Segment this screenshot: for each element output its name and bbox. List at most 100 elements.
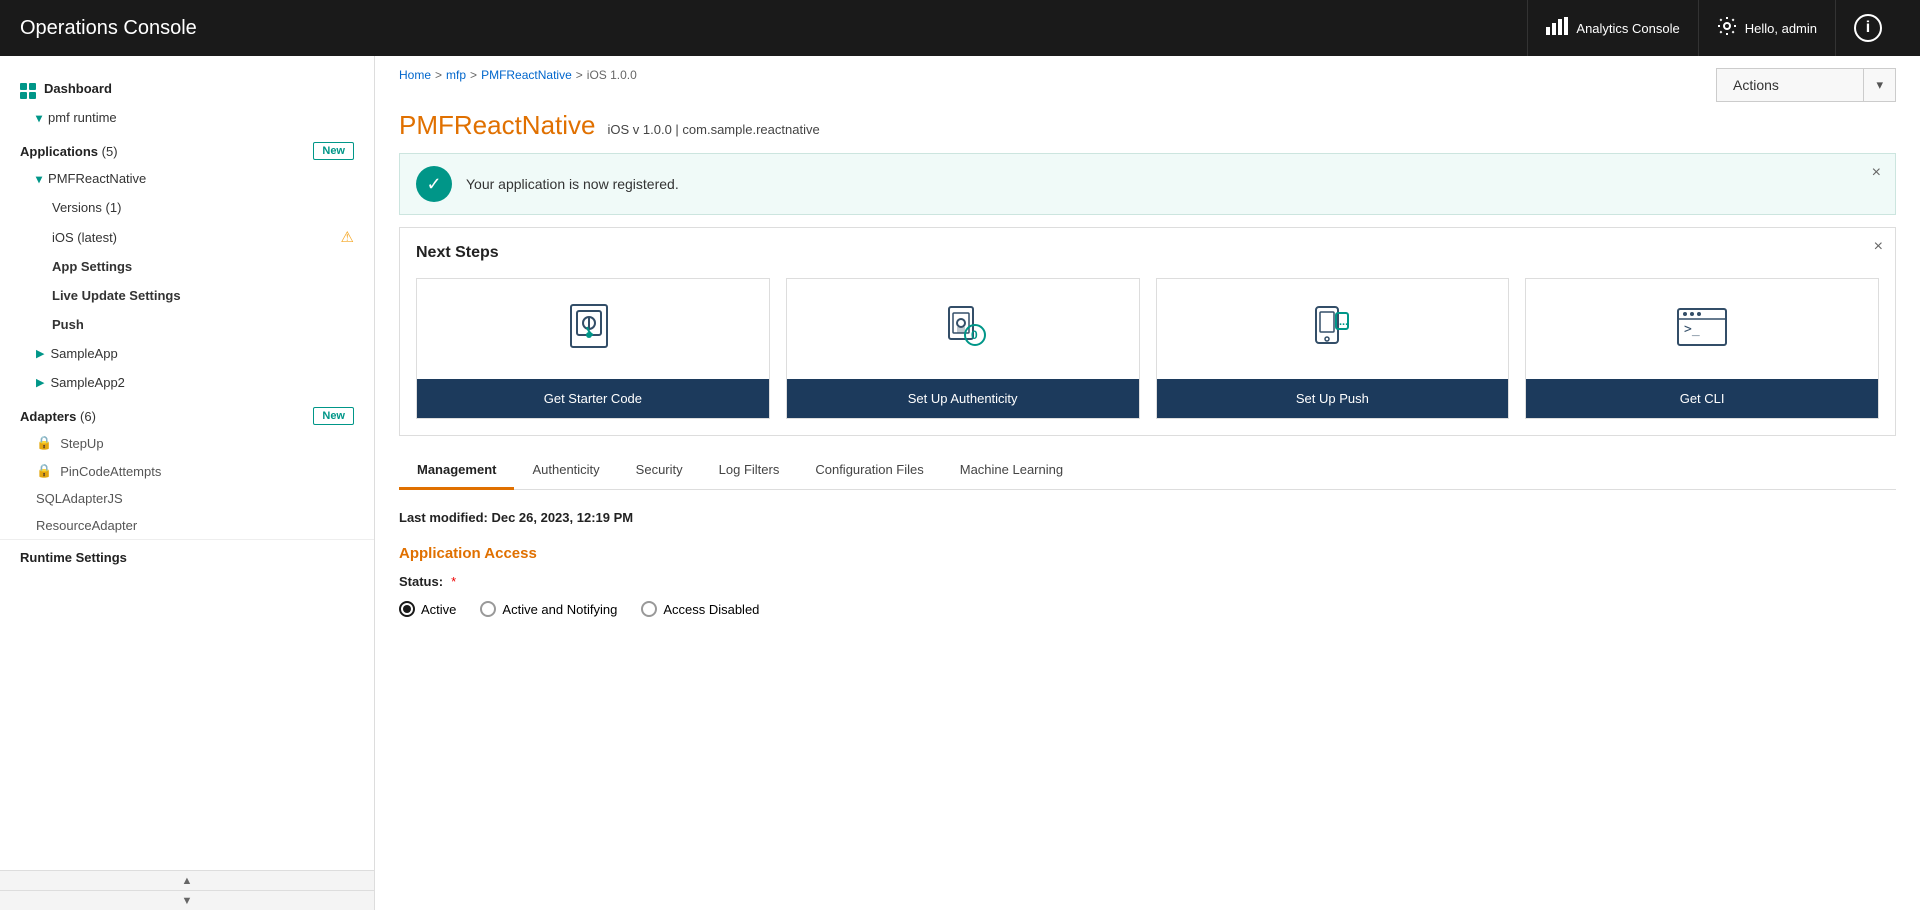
tab-log-filters[interactable]: Log Filters <box>701 452 798 490</box>
adapters-new-badge: New <box>313 407 354 425</box>
get-starter-code-button[interactable]: Get Starter Code <box>417 379 769 418</box>
status-field-row: Status: * <box>399 574 1896 589</box>
dashboard-icon <box>20 78 36 99</box>
success-banner: ✓ Your application is now registered. × <box>399 153 1896 215</box>
applications-new-badge: New <box>313 142 354 160</box>
success-message: Your application is now registered. <box>466 176 679 192</box>
sidebar-push[interactable]: Push <box>0 310 374 339</box>
top-navigation: Operations Console Analytics Console Hel <box>0 0 1920 56</box>
content-header: Home > mfp > PMFReactNative > iOS 1.0.0 … <box>375 56 1920 141</box>
svg-text:0: 0 <box>971 328 978 342</box>
app-main-title: PMFReactNative <box>399 110 596 141</box>
cli-icon-area: >_ <box>1652 279 1752 379</box>
sidebar-resourceadapter[interactable]: ResourceAdapter <box>0 512 374 539</box>
actions-dropdown[interactable]: Actions ▾ <box>1716 68 1896 102</box>
pmfreactnative-label: PMFReactNative <box>48 171 146 186</box>
gear-icon <box>1717 16 1737 41</box>
tab-authenticity[interactable]: Authenticity <box>514 452 617 490</box>
radio-group-status: Active Active and Notifying Access Disab… <box>399 601 1896 617</box>
actions-caret-icon: ▾ <box>1863 69 1895 101</box>
radio-disabled-label: Access Disabled <box>663 602 759 617</box>
push-icon-area: ... <box>1282 279 1382 379</box>
lock-icon-stepup: 🔒 <box>36 435 52 451</box>
next-steps-cards: Get Starter Code 0 Set Up <box>416 278 1879 419</box>
sidebar-sqladapter[interactable]: SQLAdapterJS <box>0 485 374 512</box>
management-content: Last modified: Dec 26, 2023, 12:19 PM Ap… <box>375 490 1920 637</box>
sidebar-adapters-header: Adapters (6) New <box>0 397 374 429</box>
user-settings-button[interactable]: Hello, admin <box>1698 0 1835 56</box>
authenticity-svg: 0 <box>933 299 993 359</box>
tab-configuration-files[interactable]: Configuration Files <box>797 452 941 490</box>
card-set-up-push: ... Set Up Push <box>1156 278 1510 419</box>
tab-machine-learning[interactable]: Machine Learning <box>942 452 1081 490</box>
sidebar-app-settings[interactable]: App Settings <box>0 252 374 281</box>
sidebar-runtime[interactable]: ▾ pmf runtime <box>0 103 374 132</box>
sidebar-sampleapp[interactable]: ▶ SampleApp <box>0 339 374 368</box>
breadcrumb-current: iOS 1.0.0 <box>587 68 637 82</box>
sidebar-scroll-up[interactable]: ▲ <box>0 870 374 890</box>
svg-text:...: ... <box>1339 316 1348 328</box>
sampleapp-label: SampleApp <box>50 346 117 361</box>
breadcrumb-mfp[interactable]: mfp <box>446 68 466 82</box>
dashboard-label: Dashboard <box>44 81 112 96</box>
user-label: Hello, admin <box>1745 21 1817 36</box>
radio-notifying-label: Active and Notifying <box>502 602 617 617</box>
card-get-starter-code: Get Starter Code <box>416 278 770 419</box>
runtime-label: pmf runtime <box>48 110 117 125</box>
push-svg: ... <box>1302 299 1362 359</box>
actions-label: Actions <box>1717 69 1863 101</box>
cli-svg: >_ <box>1672 299 1732 359</box>
sidebar-live-update-settings[interactable]: Live Update Settings <box>0 281 374 310</box>
set-up-push-button[interactable]: Set Up Push <box>1157 379 1509 418</box>
breadcrumb: Home > mfp > PMFReactNative > iOS 1.0.0 <box>399 68 637 82</box>
analytics-console-button[interactable]: Analytics Console <box>1527 0 1697 56</box>
sidebar-runtime-settings[interactable]: Runtime Settings <box>0 539 374 575</box>
radio-notifying-circle[interactable] <box>480 601 496 617</box>
analytics-label: Analytics Console <box>1576 21 1679 36</box>
versions-label: Versions (1) <box>52 200 121 215</box>
authenticity-icon-area: 0 <box>913 279 1013 379</box>
tabs-row: Management Authenticity Security Log Fil… <box>399 452 1896 490</box>
sidebar-sampleapp2[interactable]: ▶ SampleApp2 <box>0 368 374 397</box>
application-access-title: Application Access <box>399 545 1896 562</box>
analytics-icon <box>1546 17 1568 40</box>
main-layout: Dashboard ▾ pmf runtime Applications (5) <box>0 56 1920 910</box>
sidebar-applications-header: Applications (5) New <box>0 132 374 164</box>
sidebar-dashboard[interactable]: Dashboard <box>0 68 374 103</box>
sidebar-scroll-down[interactable]: ▼ <box>0 890 374 910</box>
warning-icon: ⚠ <box>341 228 354 246</box>
sidebar-stepup[interactable]: 🔒 StepUp <box>0 429 374 457</box>
radio-active-label: Active <box>421 602 456 617</box>
radio-active-notifying[interactable]: Active and Notifying <box>480 601 617 617</box>
next-steps-container: Next Steps × Get Sta <box>399 227 1896 436</box>
info-button[interactable]: i <box>1835 0 1900 56</box>
breadcrumb-home[interactable]: Home <box>399 68 431 82</box>
radio-active[interactable]: Active <box>399 601 456 617</box>
sidebar: Dashboard ▾ pmf runtime Applications (5) <box>0 56 375 910</box>
tab-management[interactable]: Management <box>399 452 514 490</box>
sidebar-versions[interactable]: Versions (1) <box>0 193 374 222</box>
starter-code-icon-area <box>543 279 643 379</box>
success-banner-close[interactable]: × <box>1872 164 1881 182</box>
nav-right-group: Analytics Console Hello, admin i <box>1527 0 1900 56</box>
radio-disabled-circle[interactable] <box>641 601 657 617</box>
radio-active-circle[interactable] <box>399 601 415 617</box>
tab-security[interactable]: Security <box>618 452 701 490</box>
set-up-authenticity-button[interactable]: Set Up Authenticity <box>787 379 1139 418</box>
get-cli-button[interactable]: Get CLI <box>1526 379 1878 418</box>
sampleapp2-label: SampleApp2 <box>50 375 124 390</box>
card-set-up-authenticity: 0 Set Up Authenticity <box>786 278 1140 419</box>
sidebar-pincodeAttempts[interactable]: 🔒 PinCodeAttempts <box>0 457 374 485</box>
breadcrumb-pmfreactnative[interactable]: PMFReactNative <box>481 68 572 82</box>
info-icon: i <box>1854 14 1882 42</box>
ios-label: iOS (latest) <box>52 230 117 245</box>
status-label: Status: <box>399 574 443 589</box>
sidebar-ios-latest[interactable]: iOS (latest) ⚠ <box>0 222 374 252</box>
next-steps-close[interactable]: × <box>1874 238 1883 256</box>
next-steps-title: Next Steps <box>416 244 1879 262</box>
app-title-row: PMFReactNative iOS v 1.0.0 | com.sample.… <box>399 110 1896 141</box>
svg-text:>_: >_ <box>1684 322 1700 337</box>
radio-access-disabled[interactable]: Access Disabled <box>641 601 759 617</box>
sidebar-pmfreactnative[interactable]: ▾ PMFReactNative <box>0 164 374 193</box>
last-modified: Last modified: Dec 26, 2023, 12:19 PM <box>399 510 1896 525</box>
